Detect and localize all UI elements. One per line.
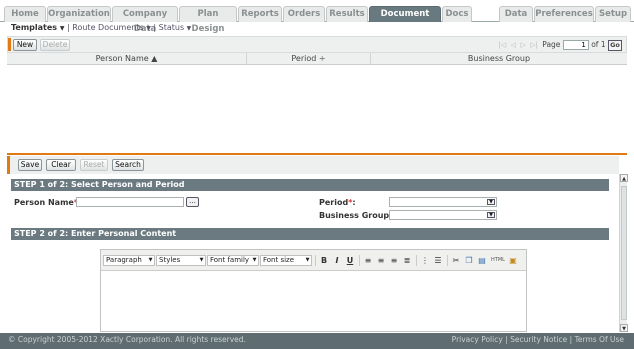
pager: |◁ ◁ ▷ ▷| Page of 1 Go	[498, 39, 622, 51]
prev-page-icon[interactable]: ◁	[511, 41, 516, 49]
font-size-select[interactable]: Font size ▼	[260, 255, 312, 266]
clear-button[interactable]: Clear	[46, 159, 76, 171]
submenu-bar: Templates ▼ | Route Documents ▼ | Status…	[0, 22, 634, 34]
scroll-thumb[interactable]	[621, 186, 627, 320]
content-editor[interactable]: Paragraph ▼ Styles ▼ Font family ▼ Font siz…	[100, 249, 527, 332]
format-select[interactable]: Paragraph ▼	[103, 255, 155, 266]
column-period[interactable]: Period ÷	[247, 53, 371, 65]
privacy-policy-link[interactable]: Privacy Policy	[452, 335, 503, 344]
chevron-down-icon: ▼	[252, 257, 257, 263]
chevron-down-icon: ▼	[487, 199, 495, 205]
font-family-select[interactable]: Font family ▼	[207, 255, 259, 266]
list-toolbar: New Delete |◁ ◁ ▷ ▷| Page of 1 Go	[7, 36, 627, 53]
business-group-label: Business Group*:	[319, 211, 397, 220]
grid-header: Person Name ▲ Period ÷ Business Group	[7, 53, 627, 65]
italic-button[interactable]: I	[332, 255, 342, 266]
align-left-icon[interactable]: ≡	[363, 255, 373, 266]
terms-of-use-link[interactable]: Terms Of Use	[575, 335, 624, 344]
footer: © Copyright 2005-2012 Xactly Corporation…	[0, 333, 634, 349]
page-number-input[interactable]	[562, 40, 589, 50]
tab-company-data[interactable]: Company Data	[112, 6, 178, 34]
menu-route-documents[interactable]: Route Documents ▼	[72, 23, 151, 32]
chevron-down-icon: ▼	[186, 25, 192, 32]
tab-plan-design[interactable]: Plan Design	[179, 6, 237, 34]
business-group-select[interactable]: ▼	[389, 210, 497, 220]
copy-icon[interactable]: ❐	[464, 255, 474, 266]
cut-icon[interactable]: ✂	[451, 255, 461, 266]
toolbar-separator	[315, 255, 316, 266]
menu-status[interactable]: Status ▼	[159, 23, 192, 32]
person-name-field[interactable]	[76, 197, 184, 207]
insert-image-icon[interactable]: ▣	[508, 255, 518, 266]
toolbar-separator	[447, 255, 448, 266]
tab-data[interactable]: Data	[499, 6, 533, 22]
underline-button[interactable]: U	[345, 255, 355, 266]
page-count: of 1	[591, 40, 606, 49]
step2-header: STEP 2 of 2: Enter Personal Content	[11, 228, 609, 240]
tab-results[interactable]: Results	[326, 6, 368, 22]
column-business-group[interactable]: Business Group	[371, 53, 627, 65]
form-scrollbar[interactable]: ▲ ▼	[619, 174, 628, 332]
next-page-icon[interactable]: ▷	[520, 41, 525, 49]
page-label: Page	[542, 40, 561, 49]
period-select[interactable]: ▼	[389, 197, 497, 207]
bold-button[interactable]: B	[319, 255, 329, 266]
toolbar-separator	[359, 255, 360, 266]
chevron-down-icon: ▼	[148, 257, 153, 263]
html-source-button[interactable]: HTML	[490, 255, 506, 266]
tab-organization[interactable]: Organization	[47, 6, 111, 22]
chevron-down-icon: ▼	[305, 257, 310, 263]
align-justify-icon[interactable]: ≣	[402, 255, 412, 266]
align-center-icon[interactable]: ≡	[376, 255, 386, 266]
toolbar-separator	[416, 255, 417, 266]
scroll-down-icon[interactable]: ▼	[620, 324, 628, 332]
column-person-name[interactable]: Person Name ▲	[7, 53, 247, 65]
security-notice-link[interactable]: Security Notice	[510, 335, 567, 344]
tab-setup[interactable]: Setup	[595, 6, 631, 22]
paste-icon[interactable]: ▤	[477, 255, 487, 266]
chevron-down-icon: ▼	[59, 25, 65, 32]
styles-select[interactable]: Styles ▼	[156, 255, 206, 266]
tab-document-mgmt[interactable]: Document Mgmt	[369, 6, 441, 34]
menu-separator: |	[67, 23, 70, 32]
main-tab-bar: Home Organization Company Data Plan Desi…	[0, 0, 634, 34]
delete-button[interactable]: Delete	[40, 39, 70, 51]
go-button[interactable]: Go	[608, 39, 622, 51]
person-name-label: Person Name*:	[14, 198, 81, 207]
tab-reports[interactable]: Reports	[238, 6, 282, 22]
form-toolbar: Save Clear Reset Search	[7, 156, 619, 174]
scroll-up-icon[interactable]: ▲	[620, 174, 628, 182]
copyright-text: © Copyright 2005-2012 Xactly Corporation…	[8, 335, 246, 344]
tab-orders[interactable]: Orders	[283, 6, 325, 22]
period-label: Period*:	[319, 198, 356, 207]
new-button[interactable]: New	[13, 39, 37, 51]
align-right-icon[interactable]: ≡	[389, 255, 399, 266]
reset-button[interactable]: Reset	[80, 159, 108, 171]
search-button[interactable]: Search	[112, 159, 144, 171]
tab-home[interactable]: Home	[4, 6, 46, 22]
numbered-list-icon[interactable]: ⋮	[420, 255, 430, 266]
step1-header: STEP 1 of 2: Select Person and Period	[11, 179, 609, 191]
footer-separator: |	[569, 335, 573, 344]
editor-toolbar: Paragraph ▼ Styles ▼ Font family ▼ Font siz…	[101, 250, 526, 271]
chevron-down-icon: ▼	[146, 25, 151, 32]
pane-divider[interactable]	[7, 153, 627, 155]
tab-docs[interactable]: Docs	[442, 6, 472, 22]
last-page-icon[interactable]: ▷|	[530, 41, 538, 49]
save-button[interactable]: Save	[18, 159, 42, 171]
footer-separator: |	[505, 335, 508, 344]
bullet-list-icon[interactable]: ☰	[433, 255, 443, 266]
first-page-icon[interactable]: |◁	[498, 41, 506, 49]
chevron-down-icon: ▼	[487, 212, 495, 218]
menu-separator: |	[153, 23, 157, 32]
tab-preferences[interactable]: Preferences	[534, 6, 594, 22]
chevron-down-icon: ▼	[199, 257, 204, 263]
footer-links: Privacy Policy | Security Notice | Terms…	[452, 333, 624, 347]
menu-templates[interactable]: Templates ▼	[11, 23, 64, 32]
grid-body	[7, 66, 627, 152]
accent-bar	[8, 38, 11, 51]
person-lookup-button[interactable]: ...	[186, 197, 199, 207]
